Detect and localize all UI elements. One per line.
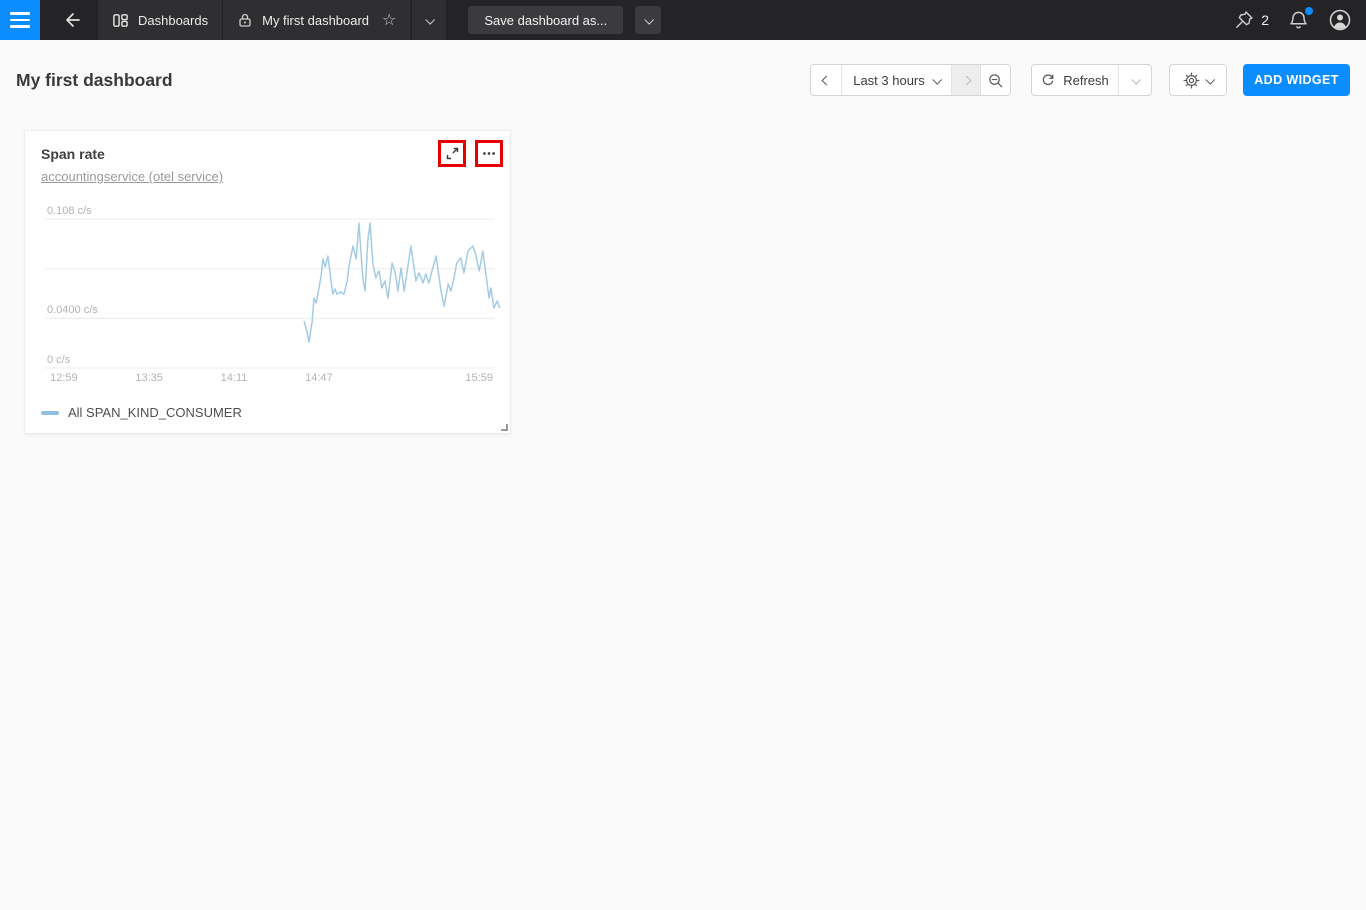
timeframe-label: Last 3 hours — [853, 73, 925, 88]
topbar-right-cluster: 2 — [1234, 0, 1366, 40]
favorite-star-icon[interactable]: ☆ — [382, 10, 396, 30]
refresh-dropdown-button[interactable] — [1118, 65, 1151, 95]
add-widget-button[interactable]: ADD WIDGET — [1243, 64, 1350, 96]
maximize-icon — [445, 146, 460, 161]
y-tick-label: 0 c/s — [47, 354, 70, 366]
x-tick-label: 13:35 — [135, 372, 163, 384]
back-button[interactable] — [54, 0, 90, 40]
chevron-down-icon — [932, 74, 942, 84]
dashboards-icon — [112, 12, 129, 29]
lock-icon — [237, 12, 253, 28]
x-tick-label: 14:47 — [305, 372, 333, 384]
chevron-down-icon — [1205, 74, 1215, 84]
notification-dot — [1305, 7, 1313, 15]
chevron-down-icon — [425, 14, 435, 24]
page-title: My first dashboard — [16, 70, 173, 91]
avatar-icon — [1328, 8, 1352, 32]
tab-my-first-dashboard-label: My first dashboard — [262, 13, 369, 28]
chevron-down-icon — [1131, 74, 1141, 84]
tab-list-dropdown-button[interactable] — [412, 0, 446, 40]
settings-group — [1169, 64, 1227, 96]
timeframe-zoom-out-button[interactable] — [980, 65, 1010, 95]
annotation-box-maximize — [438, 140, 466, 167]
legend-swatch — [41, 411, 59, 415]
refresh-label: Refresh — [1063, 73, 1109, 88]
chevron-left-icon — [821, 75, 831, 85]
topbar-tabs: Dashboards My first dashboard ☆ — [98, 0, 410, 40]
pin-count-badge: 2 — [1261, 12, 1269, 28]
x-tick-label: 14:11 — [221, 372, 248, 384]
chevron-down-icon — [644, 14, 654, 24]
x-tick-label: 12:59 — [50, 372, 78, 384]
widget-title: Span rate — [41, 146, 105, 162]
annotation-box-more-options — [475, 140, 503, 167]
refresh-group: Refresh — [1031, 64, 1152, 96]
span-rate-widget: Span rate accountingservice (otel servic… — [24, 130, 511, 434]
notifications-button[interactable] — [1287, 9, 1310, 32]
zoom-out-icon — [987, 72, 1004, 89]
topbar: Dashboards My first dashboard ☆ Save das… — [0, 0, 1366, 40]
refresh-button[interactable]: Refresh — [1032, 65, 1118, 95]
tab-my-first-dashboard[interactable]: My first dashboard ☆ — [223, 0, 410, 40]
y-tick-label: 0.108 c/s — [47, 205, 92, 217]
user-menu-button[interactable] — [1328, 8, 1352, 32]
menu-button[interactable] — [0, 0, 40, 40]
timeframe-group: Last 3 hours — [810, 64, 1011, 96]
gear-icon — [1183, 72, 1200, 89]
save-dropdown-button[interactable] — [635, 6, 661, 34]
timeframe-selector[interactable]: Last 3 hours — [841, 65, 951, 95]
widget-more-options-button[interactable] — [481, 146, 497, 161]
chevron-right-icon — [961, 75, 971, 85]
service-link[interactable]: accountingservice (otel service) — [41, 169, 223, 184]
toolbar-controls: Last 3 hours — [810, 64, 1350, 96]
timeframe-forward-button[interactable] — [951, 65, 980, 95]
save-dashboard-as-button[interactable]: Save dashboard as... — [468, 6, 623, 34]
chart-legend[interactable]: All SPAN_KIND_CONSUMER — [41, 405, 242, 420]
dashboard-toolbar: My first dashboard Last 3 hours — [0, 64, 1366, 96]
legend-label: All SPAN_KIND_CONSUMER — [68, 405, 242, 420]
pinned-items-button[interactable]: 2 — [1234, 10, 1269, 30]
widget-resize-handle[interactable] — [501, 424, 508, 431]
timeframe-back-button[interactable] — [811, 65, 841, 95]
pin-icon — [1234, 10, 1254, 30]
y-tick-label: 0.0400 c/s — [47, 304, 98, 316]
tab-dashboards-label: Dashboards — [138, 13, 208, 28]
dashboard-settings-button[interactable] — [1170, 65, 1226, 95]
refresh-icon — [1041, 73, 1055, 87]
back-arrow-icon — [62, 10, 82, 30]
tab-dashboards[interactable]: Dashboards — [98, 0, 222, 40]
series-line — [304, 223, 500, 342]
maximize-widget-button[interactable] — [445, 146, 460, 161]
ellipsis-icon — [481, 146, 497, 161]
x-tick-label: 15:59 — [465, 372, 493, 384]
span-rate-chart — [45, 217, 501, 371]
